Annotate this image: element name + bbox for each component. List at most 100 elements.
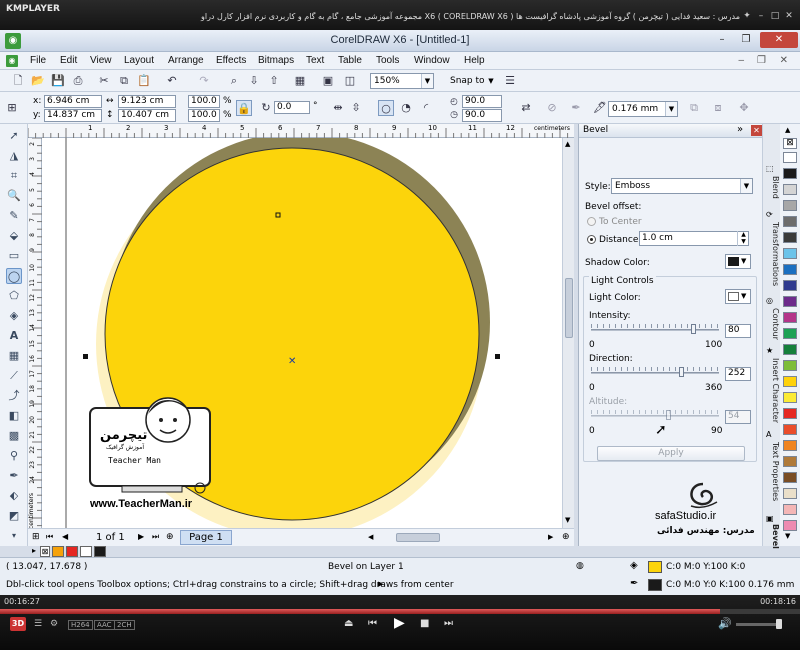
to-back-icon[interactable]: ⧈ bbox=[710, 100, 726, 116]
page-tab[interactable]: Page 1 bbox=[180, 530, 232, 545]
vertical-ruler[interactable]: 2 3 4 5 6 7 8 9 10 11 12 13 14 15 16 17 18 19 20 21 22 23 24 c… bbox=[28, 138, 42, 529]
toolbox-more-icon[interactable]: ▾ bbox=[6, 528, 22, 544]
selection-handle[interactable] bbox=[83, 354, 88, 359]
tab-transformations[interactable]: Transformations bbox=[764, 222, 780, 286]
table-tool-icon[interactable]: ▦ bbox=[6, 348, 22, 364]
corel-connect-icon[interactable]: ◫ bbox=[342, 73, 358, 89]
menu-help[interactable]: Help bbox=[464, 55, 485, 66]
menu-window[interactable]: Window bbox=[414, 55, 450, 66]
palette-swatch[interactable] bbox=[66, 546, 78, 557]
no-fill-swatch[interactable]: ⊠ bbox=[783, 138, 797, 149]
smart-fill-tool-icon[interactable]: ⬙ bbox=[6, 228, 22, 244]
undo-icon[interactable]: ↶ bbox=[164, 73, 180, 89]
last-page-icon[interactable]: ⏭ bbox=[152, 532, 159, 542]
intensity-slider-thumb[interactable] bbox=[691, 324, 697, 334]
bevel-style-select[interactable]: Emboss ▼ bbox=[611, 178, 753, 194]
docker-collapse-icon[interactable]: » bbox=[737, 124, 743, 135]
docker-close-icon[interactable]: ✕ bbox=[751, 125, 762, 136]
stop-icon[interactable]: ■ bbox=[420, 618, 429, 629]
copy-icon[interactable]: ⧉ bbox=[116, 73, 132, 89]
settings-icon[interactable]: ⚙ bbox=[50, 619, 58, 629]
palette-swatch[interactable] bbox=[94, 546, 106, 557]
palette-swatch[interactable] bbox=[783, 264, 797, 275]
shadow-color-picker[interactable]: ▼ bbox=[725, 254, 751, 269]
scroll-left-icon[interactable]: ◀ bbox=[368, 533, 373, 541]
palette-swatch[interactable] bbox=[783, 456, 797, 467]
pie-mode-icon[interactable]: ◔ bbox=[398, 100, 414, 116]
altitude-slider-thumb[interactable] bbox=[665, 410, 671, 420]
hint-expand-icon[interactable]: ▶ bbox=[378, 580, 383, 588]
eyedropper-tool-icon[interactable]: ⚲ bbox=[6, 448, 22, 464]
apply-button[interactable]: Apply bbox=[597, 446, 745, 461]
palette-swatch[interactable] bbox=[783, 200, 797, 211]
menu-edit[interactable]: Edit bbox=[60, 55, 77, 66]
intensity-slider-track[interactable] bbox=[591, 329, 719, 331]
freehand-tool-icon[interactable]: ✎ bbox=[6, 208, 22, 224]
palette-swatch[interactable] bbox=[783, 408, 797, 419]
scroll-down-icon[interactable]: ▼ bbox=[565, 516, 570, 524]
distance-spinner[interactable]: ▲ ▼ bbox=[737, 231, 749, 246]
cut-icon[interactable]: ✂ bbox=[96, 73, 112, 89]
restore-button[interactable]: ❐ bbox=[734, 32, 758, 48]
color-proof-icon[interactable]: ◍ bbox=[576, 561, 584, 571]
tab-bevel[interactable]: Bevel bbox=[764, 524, 780, 549]
direction-slider-track[interactable] bbox=[591, 372, 719, 374]
light-color-picker[interactable]: ▼ bbox=[725, 289, 751, 304]
palette-scroll-down-icon[interactable]: ▼ bbox=[785, 532, 790, 540]
palette-swatch[interactable] bbox=[783, 184, 797, 195]
connector-tool-icon[interactable]: ⤴ bbox=[6, 388, 22, 404]
menu-bitmaps[interactable]: Bitmaps bbox=[258, 55, 294, 66]
playlist-icon[interactable]: ☰ bbox=[34, 619, 42, 629]
to-front-icon[interactable]: ⧉ bbox=[686, 100, 702, 116]
palette-swatch[interactable] bbox=[783, 392, 797, 403]
outline-color-swatch[interactable] bbox=[648, 579, 662, 591]
mirror-horizontal-icon[interactable]: ⇹ bbox=[330, 100, 346, 116]
menu-close-icon[interactable]: ✕ bbox=[780, 55, 788, 66]
palette-swatch[interactable] bbox=[80, 546, 92, 557]
palette-swatch[interactable] bbox=[783, 296, 797, 307]
fill-tool-icon[interactable]: ⬖ bbox=[6, 488, 22, 504]
menu-text[interactable]: Text bbox=[306, 55, 324, 66]
palette-swatch[interactable] bbox=[52, 546, 64, 557]
basic-shapes-tool-icon[interactable]: ◈ bbox=[6, 308, 22, 324]
palette-swatch[interactable] bbox=[783, 488, 797, 499]
dimension-tool-icon[interactable]: ⟋ bbox=[6, 368, 22, 384]
tab-insert-character[interactable]: Insert Character bbox=[764, 358, 780, 423]
to-center-radio[interactable] bbox=[587, 217, 596, 226]
palette-swatch[interactable] bbox=[783, 248, 797, 259]
palette-swatch[interactable] bbox=[783, 520, 797, 531]
paste-icon[interactable]: 📋 bbox=[136, 73, 152, 89]
vertical-scrollbar[interactable]: ▲ ▼ bbox=[562, 138, 574, 528]
palette-swatch[interactable] bbox=[783, 472, 797, 483]
change-direction-icon[interactable]: ⇄ bbox=[518, 100, 534, 116]
snap-to-dropdown[interactable]: Snap to ▼ bbox=[446, 73, 498, 89]
menu-file[interactable]: File bbox=[30, 55, 46, 66]
lock-ratio-icon[interactable]: 🔒 bbox=[236, 100, 252, 116]
convert-to-curves-icon[interactable]: ✥ bbox=[736, 100, 752, 116]
palette-swatch[interactable] bbox=[783, 344, 797, 355]
tab-contour[interactable]: Contour bbox=[764, 308, 780, 340]
menu-tools[interactable]: Tools bbox=[376, 55, 399, 66]
palette-swatch[interactable] bbox=[783, 152, 797, 163]
wrap-text-icon[interactable]: ⊘ bbox=[544, 100, 560, 116]
scroll-right-icon[interactable]: ▶ bbox=[548, 533, 553, 541]
menu-arrange[interactable]: Arrange bbox=[168, 55, 204, 66]
palette-swatch[interactable] bbox=[783, 360, 797, 371]
application-launcher-icon[interactable]: ▦ bbox=[292, 73, 308, 89]
volume-icon[interactable]: 🔊 bbox=[718, 617, 732, 630]
no-color-swatch[interactable]: ⊠ bbox=[40, 546, 50, 557]
rectangle-tool-icon[interactable]: ▭ bbox=[6, 248, 22, 264]
tab-text-properties[interactable]: Text Properties bbox=[764, 442, 780, 501]
palette-swatch[interactable] bbox=[783, 440, 797, 451]
interactive-fill-tool-icon[interactable]: ◩ bbox=[6, 508, 22, 524]
outline-width-select[interactable]: 0.176 mm ▼ bbox=[608, 101, 678, 117]
welcome-screen-icon[interactable]: ▣ bbox=[320, 73, 336, 89]
zoom-tool-icon[interactable]: 🔍 bbox=[6, 188, 22, 204]
width-field[interactable]: 9.123 cm bbox=[118, 95, 176, 108]
end-angle-field[interactable]: 90.0 bbox=[462, 109, 502, 122]
altitude-field[interactable]: 54 bbox=[725, 410, 751, 424]
palette-swatch[interactable] bbox=[783, 312, 797, 323]
import-icon[interactable]: ⇩ bbox=[246, 73, 262, 89]
document-icon[interactable]: ◉ bbox=[6, 55, 18, 67]
export-icon[interactable]: ⇧ bbox=[266, 73, 282, 89]
